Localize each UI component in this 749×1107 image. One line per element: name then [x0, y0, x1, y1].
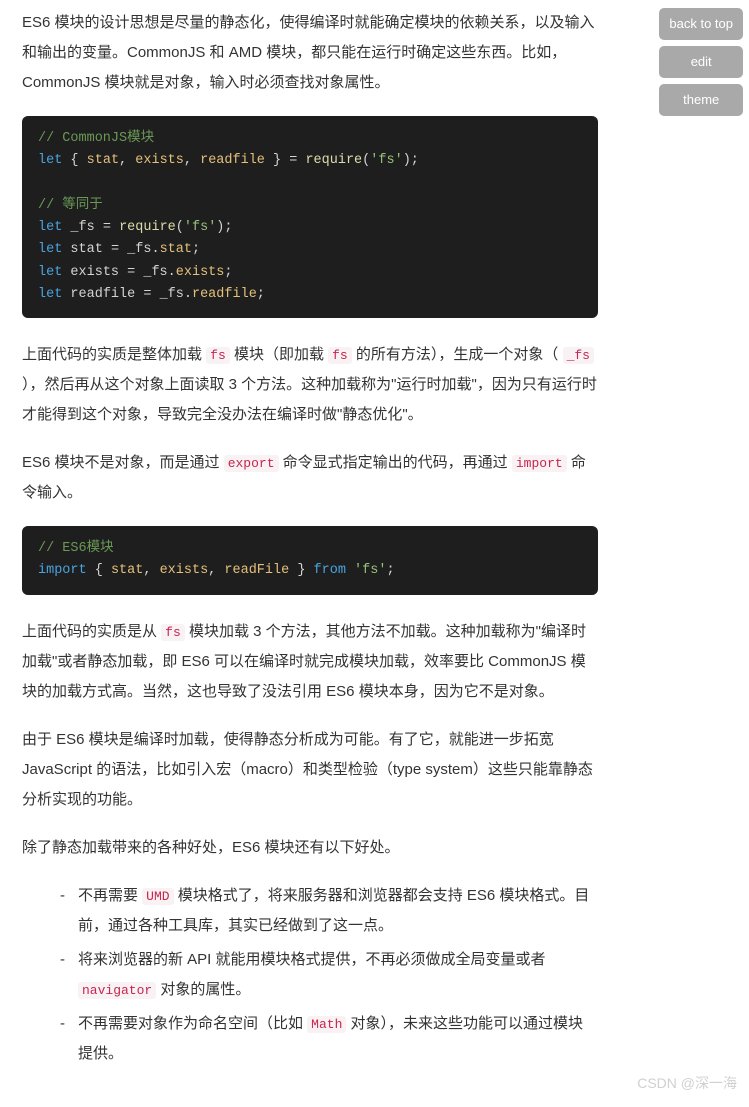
list-item: 不再需要对象作为命名空间（比如 Math 对象），未来这些功能可以通过模块提供。 [78, 1009, 598, 1069]
inline-code-math: Math [307, 1016, 346, 1033]
code-block-es6: // ES6模块 import { stat, exists, readFile… [22, 526, 598, 595]
inline-code-fs: fs [206, 347, 230, 364]
inline-code-_fs: _fs [563, 347, 594, 364]
code-comment: // CommonJS模块 [38, 131, 154, 146]
code-comment: // 等同于 [38, 198, 103, 213]
inline-code-fs: fs [161, 624, 185, 641]
back-to-top-button[interactable]: back to top [659, 8, 743, 40]
theme-button[interactable]: theme [659, 84, 743, 116]
inline-code-navigator: navigator [78, 982, 156, 999]
list-item: 不再需要 UMD 模块格式了，将来服务器和浏览器都会支持 ES6 模块格式。目前… [78, 881, 598, 941]
edit-button[interactable]: edit [659, 46, 743, 78]
code-comment: // ES6模块 [38, 541, 114, 556]
paragraph-static-analysis: 由于 ES6 模块是编译时加载，使得静态分析成为可能。有了它，就能进一步拓宽 J… [22, 725, 598, 815]
paragraph-intro: ES6 模块的设计思想是尽量的静态化，使得编译时就能确定模块的依赖关系，以及输入… [22, 8, 598, 98]
code-keyword: let [38, 153, 62, 168]
list-item: 将来浏览器的新 API 就能用模块格式提供，不再必须做成全局变量或者 navig… [78, 945, 598, 1005]
article-content: ES6 模块的设计思想是尽量的静态化，使得编译时就能确定模块的依赖关系，以及输入… [0, 0, 620, 1107]
paragraph-compile-load: 上面代码的实质是从 fs 模块加载 3 个方法，其他方法不加载。这种加载称为"编… [22, 617, 598, 707]
inline-code-fs: fs [328, 347, 352, 364]
inline-code-umd: UMD [142, 888, 173, 905]
benefits-list: 不再需要 UMD 模块格式了，将来服务器和浏览器都会支持 ES6 模块格式。目前… [22, 881, 598, 1069]
watermark: CSDN @深一海 [637, 1069, 737, 1097]
code-keyword: import [38, 563, 87, 578]
inline-code-export: export [224, 455, 279, 472]
paragraph-runtime-load: 上面代码的实质是整体加载 fs 模块（即加载 fs 的所有方法），生成一个对象（… [22, 340, 598, 430]
side-buttons: back to top edit theme [659, 8, 743, 116]
paragraph-benefits-intro: 除了静态加载带来的各种好处，ES6 模块还有以下好处。 [22, 833, 598, 863]
paragraph-export-import: ES6 模块不是对象，而是通过 export 命令显式指定输出的代码，再通过 i… [22, 448, 598, 508]
code-block-commonjs: // CommonJS模块 let { stat, exists, readfi… [22, 116, 598, 318]
inline-code-import: import [512, 455, 567, 472]
